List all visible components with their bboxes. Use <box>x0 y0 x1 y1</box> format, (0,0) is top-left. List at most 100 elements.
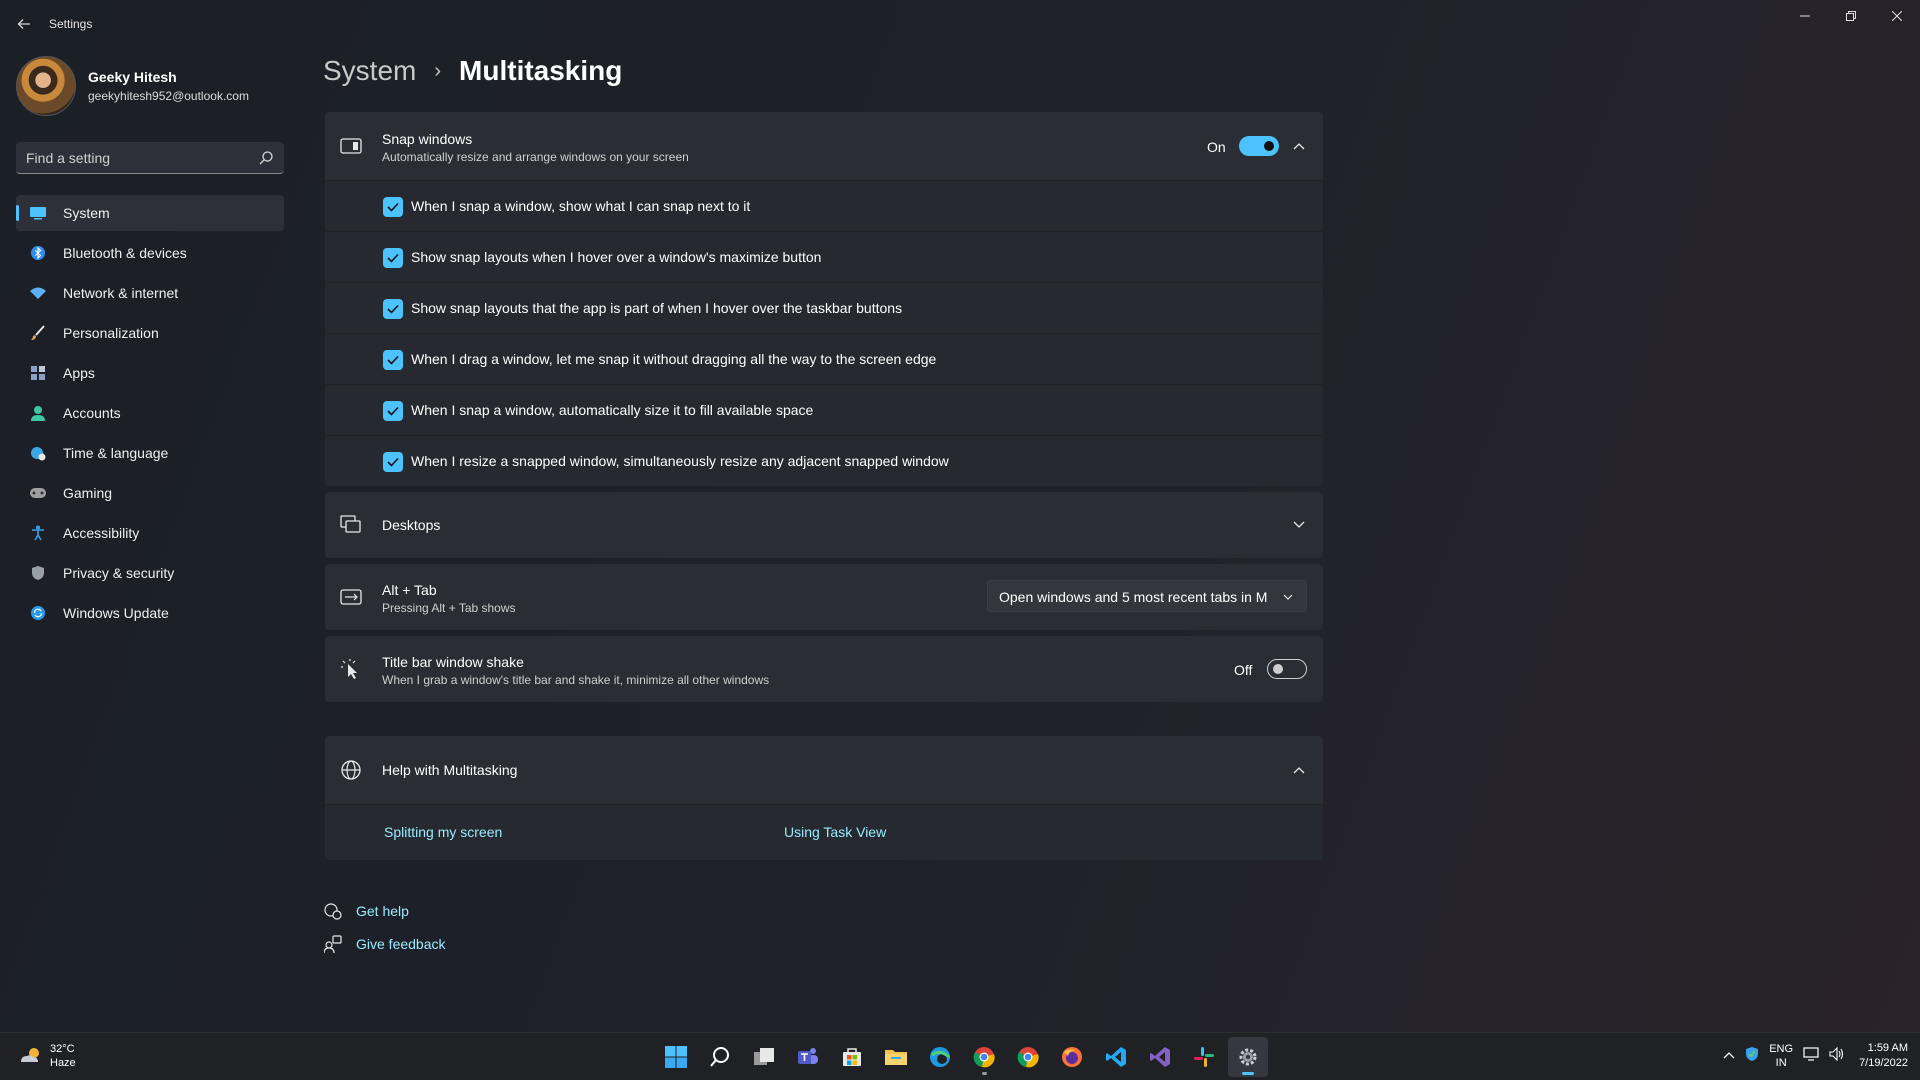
slack-app[interactable] <box>1184 1037 1224 1077</box>
sidebar-item-personalization[interactable]: Personalization <box>16 315 284 351</box>
system-icon <box>28 203 48 223</box>
help-links-row: Splitting my screen Using Task View <box>325 804 1323 860</box>
sidebar-item-label: Time & language <box>63 445 169 461</box>
chrome-app[interactable] <box>964 1037 1004 1077</box>
using-task-view-link[interactable]: Using Task View <box>784 824 886 840</box>
footer-links: Get help Give feedback <box>323 894 446 960</box>
sidebar-item-system[interactable]: System <box>16 195 284 231</box>
defender-tray-button[interactable] <box>1745 1046 1759 1066</box>
task-view-button[interactable] <box>744 1037 784 1077</box>
sidebar-item-privacy[interactable]: Privacy & security <box>16 555 284 591</box>
firefox-icon <box>1062 1047 1082 1067</box>
bluetooth-icon <box>28 243 48 263</box>
snap-option-label: When I drag a window, let me snap it wit… <box>411 351 937 367</box>
snap-option-label: When I snap a window, show what I can sn… <box>411 198 751 214</box>
chrome-profile-app[interactable] <box>1008 1037 1048 1077</box>
splitting-my-screen-link[interactable]: Splitting my screen <box>384 824 502 840</box>
back-arrow-icon <box>17 19 30 29</box>
breadcrumb: System › Multitasking <box>323 55 622 87</box>
sidebar-item-label: Personalization <box>63 325 159 341</box>
tray-overflow-button[interactable] <box>1723 1049 1735 1063</box>
store-app[interactable] <box>832 1037 872 1077</box>
snap-option-row: When I snap a window, automatically size… <box>325 384 1323 435</box>
checkmark-icon <box>387 202 399 212</box>
shake-toggle-state: Off <box>1234 662 1253 678</box>
taskbar-search-button[interactable] <box>700 1037 740 1077</box>
update-icon <box>28 603 48 623</box>
chevron-up-icon[interactable] <box>1291 138 1307 154</box>
firefox-app[interactable] <box>1052 1037 1092 1077</box>
alt-tab-icon <box>339 585 363 609</box>
volume-tray-button[interactable] <box>1829 1046 1845 1065</box>
checkbox-checked[interactable] <box>383 350 403 370</box>
start-button[interactable] <box>656 1037 696 1077</box>
sidebar-item-label: Apps <box>63 365 95 381</box>
profile-name: Geeky Hitesh <box>88 69 177 85</box>
search-input[interactable] <box>26 148 246 168</box>
sidebar-item-accessibility[interactable]: Accessibility <box>16 515 284 551</box>
settings-app[interactable] <box>1228 1037 1268 1077</box>
shield-icon <box>28 563 48 583</box>
minimize-button[interactable] <box>1782 0 1828 32</box>
sidebar-item-network[interactable]: Network & internet <box>16 275 284 311</box>
desktops-card[interactable]: Desktops <box>325 492 1323 558</box>
breadcrumb-parent[interactable]: System <box>323 55 416 87</box>
desktops-title: Desktops <box>382 517 441 533</box>
sidebar-item-label: System <box>63 205 110 221</box>
snap-windows-toggle[interactable] <box>1239 136 1279 156</box>
vscode-icon <box>1106 1047 1126 1067</box>
search-icon[interactable] <box>258 150 274 166</box>
sidebar-item-gaming[interactable]: Gaming <box>16 475 284 511</box>
sidebar-item-time-language[interactable]: Time & language <box>16 435 284 471</box>
desktops-icon <box>339 513 363 537</box>
restore-button[interactable] <box>1828 0 1874 32</box>
checkbox-checked[interactable] <box>383 452 403 472</box>
snap-toggle-state: On <box>1207 139 1226 155</box>
globe-icon <box>339 758 363 782</box>
sidebar-item-apps[interactable]: Apps <box>16 355 284 391</box>
globe-clock-icon <box>28 443 48 463</box>
back-button[interactable] <box>12 12 36 36</box>
checkbox-checked[interactable] <box>383 197 403 217</box>
alt-tab-title: Alt + Tab <box>382 582 437 598</box>
language-indicator[interactable]: ENG IN <box>1769 1042 1793 1070</box>
help-header[interactable]: Help with Multitasking <box>325 736 1323 804</box>
checkmark-icon <box>387 406 399 416</box>
taskbar-clock[interactable]: 1:59 AM 7/19/2022 <box>1859 1041 1908 1071</box>
title-bar-shake-toggle[interactable] <box>1267 659 1307 679</box>
clock-time: 1:59 AM <box>1867 1042 1908 1054</box>
visual-studio-app[interactable] <box>1140 1037 1180 1077</box>
person-icon <box>28 403 48 423</box>
chevron-up-icon[interactable] <box>1291 762 1307 778</box>
sidebar-item-windows-update[interactable]: Windows Update <box>16 595 284 631</box>
sidebar-item-accounts[interactable]: Accounts <box>16 395 284 431</box>
checkbox-checked[interactable] <box>383 299 403 319</box>
alt-tab-dropdown[interactable]: Open windows and 5 most recent tabs in M <box>987 580 1307 612</box>
restore-icon <box>1846 11 1856 21</box>
chevron-down-icon[interactable] <box>1291 517 1307 533</box>
snap-windows-header[interactable]: Snap windows Automatically resize and ar… <box>325 112 1323 180</box>
network-tray-button[interactable] <box>1803 1047 1819 1065</box>
sidebar-item-bluetooth[interactable]: Bluetooth & devices <box>16 235 284 271</box>
snap-windows-title: Snap windows <box>382 131 473 147</box>
edge-app[interactable] <box>920 1037 960 1077</box>
vscode-app[interactable] <box>1096 1037 1136 1077</box>
checkbox-checked[interactable] <box>383 248 403 268</box>
teams-app[interactable] <box>788 1037 828 1077</box>
snap-option-row: When I resize a snapped window, simultan… <box>325 435 1323 486</box>
sidebar-item-label: Windows Update <box>63 605 169 621</box>
windows-logo-icon <box>665 1046 687 1068</box>
file-explorer-app[interactable] <box>876 1037 916 1077</box>
close-icon <box>1892 11 1902 21</box>
user-profile[interactable]: Geeky Hitesh geekyhitesh952@outlook.com <box>16 56 249 116</box>
snap-windows-card: Snap windows Automatically resize and ar… <box>325 112 1323 486</box>
get-help-link[interactable]: Get help <box>323 894 446 927</box>
close-button[interactable] <box>1874 0 1920 32</box>
give-feedback-link[interactable]: Give feedback <box>323 927 446 960</box>
apps-icon <box>28 363 48 383</box>
checkbox-checked[interactable] <box>383 401 403 421</box>
weather-widget[interactable]: 32°C Haze <box>18 1042 76 1070</box>
avatar <box>16 56 76 116</box>
snap-windows-icon <box>339 134 363 158</box>
shield-check-icon <box>1746 1047 1759 1061</box>
